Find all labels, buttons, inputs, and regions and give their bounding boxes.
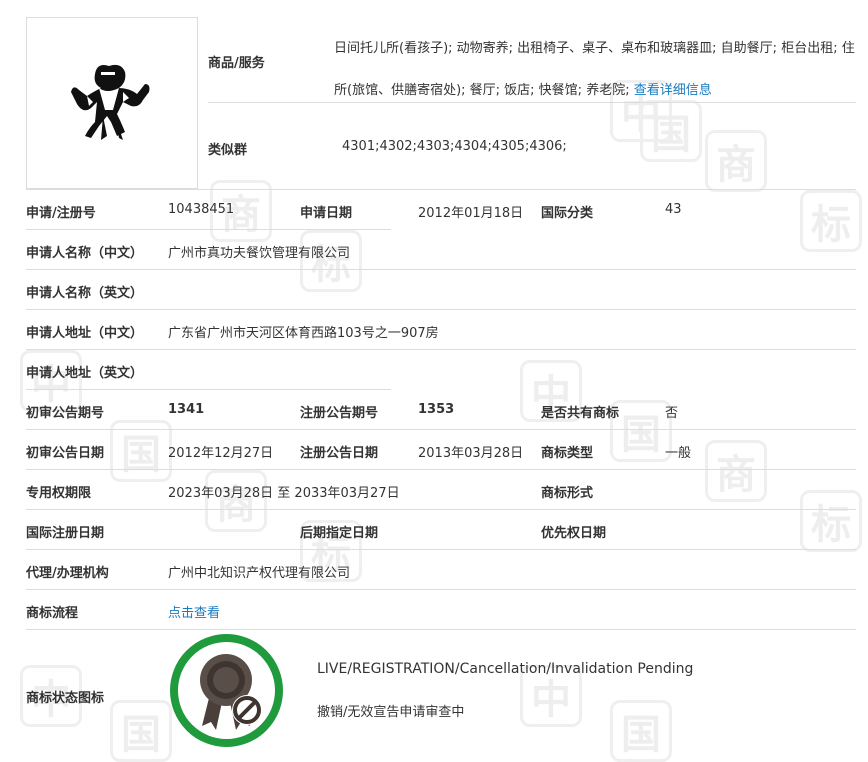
reg-no-value: 10438451: [168, 202, 235, 217]
intl-class-label: 国际分类: [541, 206, 594, 221]
divider: [26, 229, 391, 230]
tm-type-label: 商标类型: [541, 446, 594, 461]
priority-date-label: 优先权日期: [541, 526, 607, 541]
applicant-en-label: 申请人名称（英文）: [26, 286, 144, 301]
agent-value: 广州中北知识产权代理有限公司: [168, 566, 351, 581]
status-icon-label: 商标状态图标: [26, 691, 105, 706]
divider: [26, 509, 856, 510]
divider: [26, 389, 391, 390]
exclusive-period-label: 专用权期限: [26, 486, 92, 501]
divider: [26, 429, 856, 430]
divider: [26, 469, 856, 470]
reg-pub-date-label: 注册公告日期: [300, 446, 379, 461]
divider: [26, 629, 856, 630]
award-ribbon-prohibited-icon: [200, 654, 262, 730]
prelim-date-value: 2012年12月27日: [168, 446, 274, 461]
tm-type-value: 一般: [665, 446, 692, 461]
tm-form-label: 商标形式: [541, 486, 594, 501]
divider: [26, 189, 856, 190]
agent-label: 代理/办理机构: [26, 566, 109, 581]
similar-group-label: 类似群: [208, 143, 248, 158]
status-badge: [170, 634, 283, 747]
intl-class-value: 43: [665, 202, 682, 217]
reg-no-label: 申请/注册号: [26, 206, 96, 221]
applicant-cn-value: 广州市真功夫餐饮管理有限公司: [168, 246, 351, 261]
view-details-link[interactable]: 查看详细信息: [634, 83, 712, 98]
divider: [208, 102, 856, 103]
prelim-no-label: 初审公告期号: [26, 406, 105, 421]
goods-list: 日间托儿所(看孩子); 动物寄养; 出租椅子、桌子、桌布和玻璃器皿; 自助餐厅;…: [334, 28, 859, 112]
flow-label: 商标流程: [26, 606, 79, 621]
flow-view-link[interactable]: 点击查看: [168, 602, 220, 621]
shared-label: 是否共有商标: [541, 406, 620, 421]
divider: [26, 309, 856, 310]
similar-group-value: 4301;4302;4303;4304;4305;4306;: [342, 139, 567, 154]
divider: [26, 589, 856, 590]
intl-reg-date-label: 国际注册日期: [26, 526, 105, 541]
prelim-no-value: 1341: [168, 402, 205, 417]
goods-label: 商品/服务: [208, 56, 265, 71]
trademark-detail-panel: 商品/服务 日间托儿所(看孩子); 动物寄养; 出租椅子、桌子、桌布和玻璃器皿;…: [0, 0, 868, 759]
reg-pub-no-value: 1353: [418, 402, 455, 417]
kungfu-figure-icon: [71, 64, 150, 140]
address-cn-value: 广东省广州市天河区体育西路103号之一907房: [168, 326, 439, 341]
address-en-label: 申请人地址（英文）: [26, 366, 144, 381]
applicant-cn-label: 申请人名称（中文）: [26, 246, 144, 261]
divider: [26, 269, 856, 270]
status-text-cn: 撤销/无效宣告申请审查中: [317, 705, 465, 720]
apply-date-value: 2012年01月18日: [418, 206, 524, 221]
status-text-en: LIVE/REGISTRATION/Cancellation/Invalidat…: [317, 661, 694, 677]
reg-pub-date-value: 2013年03月28日: [418, 446, 524, 461]
later-date-label: 后期指定日期: [300, 526, 379, 541]
exclusive-period-value: 2023年03月28日 至 2033年03月27日: [168, 486, 400, 501]
reg-pub-no-label: 注册公告期号: [300, 406, 379, 421]
goods-text: 日间托儿所(看孩子); 动物寄养; 出租椅子、桌子、桌布和玻璃器皿; 自助餐厅;…: [334, 41, 855, 98]
prelim-date-label: 初审公告日期: [26, 446, 105, 461]
divider: [26, 549, 856, 550]
address-cn-label: 申请人地址（中文）: [26, 326, 144, 341]
trademark-image: [26, 17, 198, 189]
divider: [26, 349, 856, 350]
shared-value: 否: [665, 406, 679, 421]
apply-date-label: 申请日期: [300, 206, 353, 221]
